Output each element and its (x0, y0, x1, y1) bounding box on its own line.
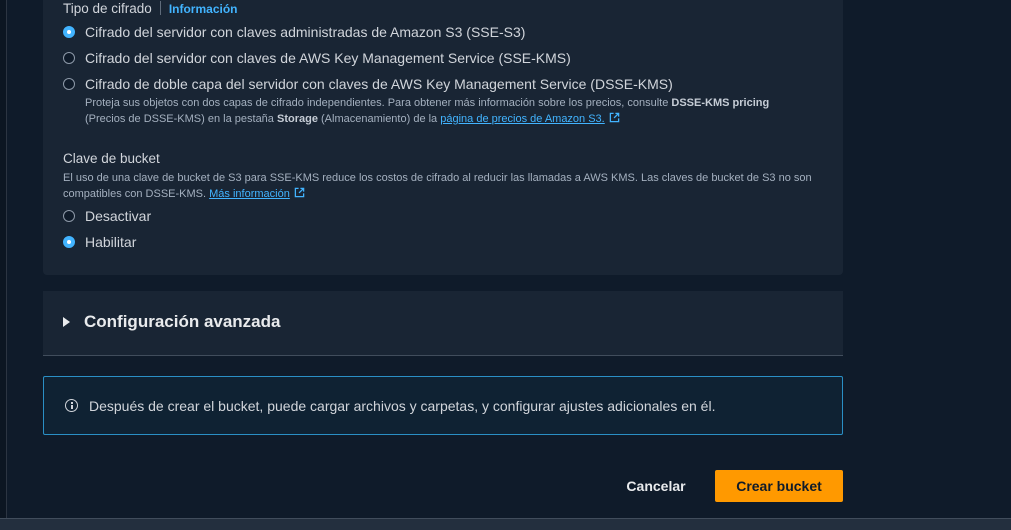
s3-pricing-link[interactable]: página de precios de Amazon S3. (440, 113, 605, 125)
desc-text: El uso de una clave de bucket de S3 para… (63, 172, 812, 200)
label-separator (159, 1, 161, 15)
cancel-button[interactable]: Cancelar (616, 473, 696, 499)
desc-text: (Almacenamiento) de la (317, 113, 441, 125)
advanced-settings-expander[interactable]: Configuración avanzada (43, 291, 843, 356)
desc-bold: DSSE-KMS pricing (671, 97, 770, 109)
radio-sse-s3-label: Cifrado del servidor con claves administ… (85, 24, 526, 40)
radio-dsse-kms-label: Cifrado de doble capa del servidor con c… (85, 76, 673, 92)
radio-unchecked-icon (63, 210, 75, 222)
footer-bar (0, 518, 1011, 530)
encryption-panel: Tipo de cifrado Información Cifrado del s… (43, 0, 843, 275)
info-icon (65, 399, 78, 412)
external-link-icon (294, 187, 305, 198)
desc-text: (Precios de DSSE-KMS) en la pestaña (85, 113, 277, 125)
caret-right-icon (63, 317, 70, 327)
bucket-key-description: El uso de una clave de bucket de S3 para… (63, 170, 823, 202)
radio-enable-label: Habilitar (85, 234, 137, 250)
dsse-kms-description: Proteja sus objetos con dos capas de cif… (85, 95, 805, 127)
learn-more-link[interactable]: Más información (209, 188, 290, 200)
info-link[interactable]: Información (169, 2, 238, 16)
page: Tipo de cifrado Información Cifrado del s… (0, 0, 1011, 530)
info-alert: Después de crear el bucket, puede cargar… (43, 376, 843, 435)
radio-checked-icon (63, 236, 75, 248)
radio-disable-label: Desactivar (85, 208, 152, 224)
radio-sse-kms-label: Cifrado del servidor con claves de AWS K… (85, 50, 571, 66)
radio-unchecked-icon (63, 78, 75, 90)
desc-text: Proteja sus objetos con dos capas de cif… (85, 97, 672, 109)
external-link-icon (609, 112, 620, 123)
radio-unchecked-icon (63, 52, 75, 64)
create-bucket-button[interactable]: Crear bucket (715, 470, 843, 502)
advanced-settings-title: Configuración avanzada (84, 312, 281, 331)
left-edge (0, 0, 7, 520)
encryption-type-label: Tipo de cifrado Información (63, 1, 237, 16)
radio-checked-icon (63, 26, 75, 38)
encryption-type-title: Tipo de cifrado (63, 1, 152, 16)
desc-bold: Storage (276, 113, 318, 125)
alert-text: Después de crear el bucket, puede cargar… (89, 398, 716, 414)
bucket-key-label: Clave de bucket (63, 151, 160, 166)
